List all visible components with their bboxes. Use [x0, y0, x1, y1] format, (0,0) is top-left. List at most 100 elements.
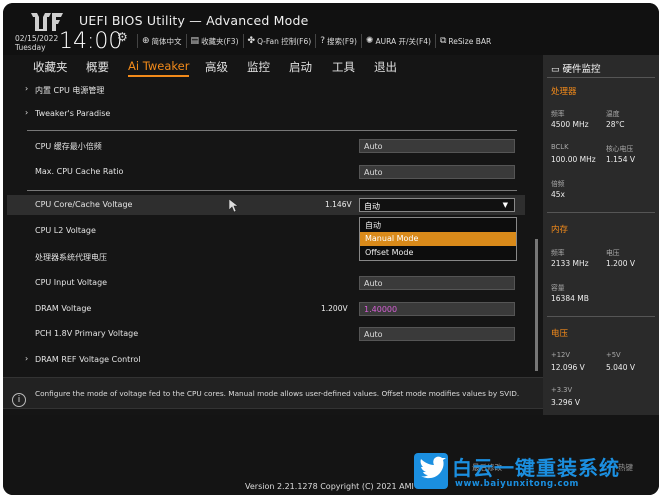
aura-button[interactable]: ✺ AURA 开/关(F4) [360, 34, 435, 48]
cpu-input-voltage-row[interactable]: CPU Input Voltage Auto [3, 273, 533, 293]
cpu-freq-label: 频率 [551, 110, 565, 118]
tab-exit[interactable]: 退出 [374, 59, 397, 75]
cpu-temp-label: 温度 [606, 110, 620, 118]
aura-label: AURA 开/关(F4) [375, 36, 431, 46]
tab-monitor[interactable]: 监控 [247, 59, 270, 75]
header: UEFI BIOS Utility — Advanced Mode 02/15/… [3, 3, 659, 55]
bird-icon [420, 456, 446, 479]
scrollbar[interactable] [535, 239, 538, 371]
dram-ref-voltage-item[interactable]: › DRAM REF Voltage Control [3, 350, 533, 370]
tab-ai-tweaker[interactable]: Ai Tweaker [128, 59, 190, 77]
resize-bar-label: ReSize BAR [448, 36, 492, 46]
hardware-monitor-panel: ▭ 硬件监控 处理器 频率 温度 4500 MHz 28°C BCLK 核心电压 … [543, 55, 659, 415]
dram-voltage-row[interactable]: DRAM Voltage 1.200V 1.40000 [3, 299, 533, 319]
divider [27, 130, 517, 131]
option-offset-mode[interactable]: Offset Mode [360, 246, 516, 260]
mem-volt-label: 电压 [606, 249, 620, 257]
bookmark-icon: ▤ [190, 36, 200, 46]
pch-voltage-row[interactable]: PCH 1.8V Primary Voltage Auto [3, 324, 533, 344]
tweakers-paradise-item[interactable]: › Tweaker's Paradise [3, 104, 533, 124]
cpu-section-title: 处理器 [551, 87, 577, 97]
tweakers-paradise-label: Tweaker's Paradise [35, 109, 111, 118]
fan-icon: ✤ [247, 36, 256, 46]
time-display: 14:00 [59, 29, 123, 54]
cpu-cache-min-ratio-row[interactable]: CPU 缓存最小倍频 Auto [3, 136, 533, 156]
cpu-input-voltage-input[interactable]: Auto [359, 276, 515, 290]
dram-ref-voltage-label: DRAM REF Voltage Control [35, 355, 141, 364]
help-info-bar: i Configure the mode of voltage fed to t… [3, 377, 543, 409]
monitor-icon: ▭ [551, 65, 560, 75]
tab-overview[interactable]: 概要 [86, 59, 109, 75]
max-cpu-cache-ratio-row[interactable]: Max. CPU Cache Ratio Auto [3, 162, 533, 182]
tab-boot[interactable]: 启动 [289, 59, 312, 75]
divider [547, 212, 655, 213]
pch-voltage-input[interactable]: Auto [359, 327, 515, 341]
voltage-section-title: 电压 [551, 329, 569, 339]
mem-volt-value: 1.200 V [606, 259, 635, 268]
search-label: 搜索(F9) [326, 36, 357, 46]
bclk-label: BCLK [551, 143, 569, 151]
cpu-cache-min-ratio-label: CPU 缓存最小倍频 [35, 142, 102, 151]
bclk-value: 100.00 MHz [551, 155, 596, 164]
language-button[interactable]: ⊕ 简体中文 [137, 34, 186, 48]
mem-cap-label: 容量 [551, 284, 565, 292]
cpu-core-voltage-select[interactable]: 自动 ▼ [359, 198, 515, 212]
dram-voltage-reading: 1.200V [321, 304, 348, 313]
watermark-ghost-right: 热键 [618, 463, 633, 472]
cpu-core-cache-voltage-row[interactable]: CPU Core/Cache Voltage 1.146V 自动 ▼ [7, 195, 525, 215]
qfan-button[interactable]: ✤ Q-Fan 控制(F6) [242, 34, 316, 48]
cpu-core-voltage-reading: 1.146V [325, 200, 352, 209]
divider [27, 190, 517, 191]
bios-screen: UEFI BIOS Utility — Advanced Mode 02/15/… [3, 3, 659, 495]
chevron-right-icon: › [25, 354, 29, 363]
internal-cpu-power-item[interactable]: › 内置 CPU 电源管理 [3, 80, 533, 100]
internal-cpu-power-label: 内置 CPU 电源管理 [35, 86, 105, 95]
vcore-value: 1.154 V [606, 155, 635, 164]
version-text: Version 2.21.1278 Copyright (C) 2021 AMI [245, 482, 414, 491]
cpu-l2-voltage-label: CPU L2 Voltage [35, 226, 96, 235]
memory-section-title: 内存 [551, 225, 569, 235]
toolbar: ⊕ 简体中文 ▤ 收藏夹(F3) ✤ Q-Fan 控制(F6) ? 搜索(F9) ✺ AU… [137, 34, 495, 48]
max-cpu-cache-ratio-input[interactable]: Auto [359, 165, 515, 179]
voltage-mode-dropdown: 自动 Manual Mode Offset Mode [359, 217, 517, 261]
option-auto[interactable]: 自动 [360, 218, 516, 232]
v33-label: +3.3V [551, 386, 573, 394]
cpu-cache-min-ratio-input[interactable]: Auto [359, 139, 515, 153]
pch-voltage-label: PCH 1.8V Primary Voltage [35, 329, 139, 338]
hardware-monitor-title: ▭ 硬件监控 [551, 61, 601, 75]
search-button[interactable]: ? 搜索(F9) [315, 34, 361, 48]
vcore-label: 核心电压 [606, 145, 634, 153]
tuf-logo-icon [31, 13, 63, 31]
cpu-core-cache-voltage-label: CPU Core/Cache Voltage [35, 200, 133, 209]
ratio-label: 倍频 [551, 180, 565, 188]
main-tabs: 收藏夹 概要 Ai Tweaker 高级 监控 启动 工具 退出 [3, 55, 543, 77]
mem-freq-label: 频率 [551, 249, 565, 257]
watermark-logo-icon [414, 453, 448, 489]
info-icon: i [12, 393, 26, 407]
divider [547, 77, 655, 78]
system-agent-voltage-label: 处理器系统代理电压 [35, 253, 107, 262]
v5-value: 5.040 V [606, 363, 635, 372]
tab-tool[interactable]: 工具 [332, 59, 355, 75]
weekday-text: Tuesday [15, 43, 46, 52]
resize-icon: ⧉ [439, 36, 447, 46]
watermark-url: www.baiyunxitong.com [455, 479, 580, 489]
dram-voltage-input[interactable]: 1.40000 [359, 302, 515, 316]
cpu-freq-value: 4500 MHz [551, 120, 589, 129]
tab-favorites[interactable]: 收藏夹 [33, 59, 68, 75]
tab-advanced[interactable]: 高级 [205, 59, 228, 75]
qfan-label: Q-Fan 控制(F6) [257, 36, 312, 46]
mem-cap-value: 16384 MB [551, 294, 589, 303]
gear-icon[interactable]: ⚙ [117, 30, 128, 44]
resize-bar-button[interactable]: ⧉ ReSize BAR [434, 34, 495, 48]
chevron-down-icon: ▼ [502, 201, 508, 209]
cpu-core-voltage-selected: 自动 [364, 202, 380, 211]
favorites-button[interactable]: ▤ 收藏夹(F3) [185, 34, 243, 48]
option-manual-mode[interactable]: Manual Mode [360, 232, 516, 246]
chevron-right-icon: › [25, 108, 29, 117]
date-text: 02/15/2022 [15, 34, 59, 43]
bios-title: UEFI BIOS Utility — Advanced Mode [79, 13, 309, 28]
divider [547, 316, 655, 317]
help-icon: ? [320, 36, 325, 46]
date-display: 02/15/2022 Tuesday [15, 34, 58, 52]
